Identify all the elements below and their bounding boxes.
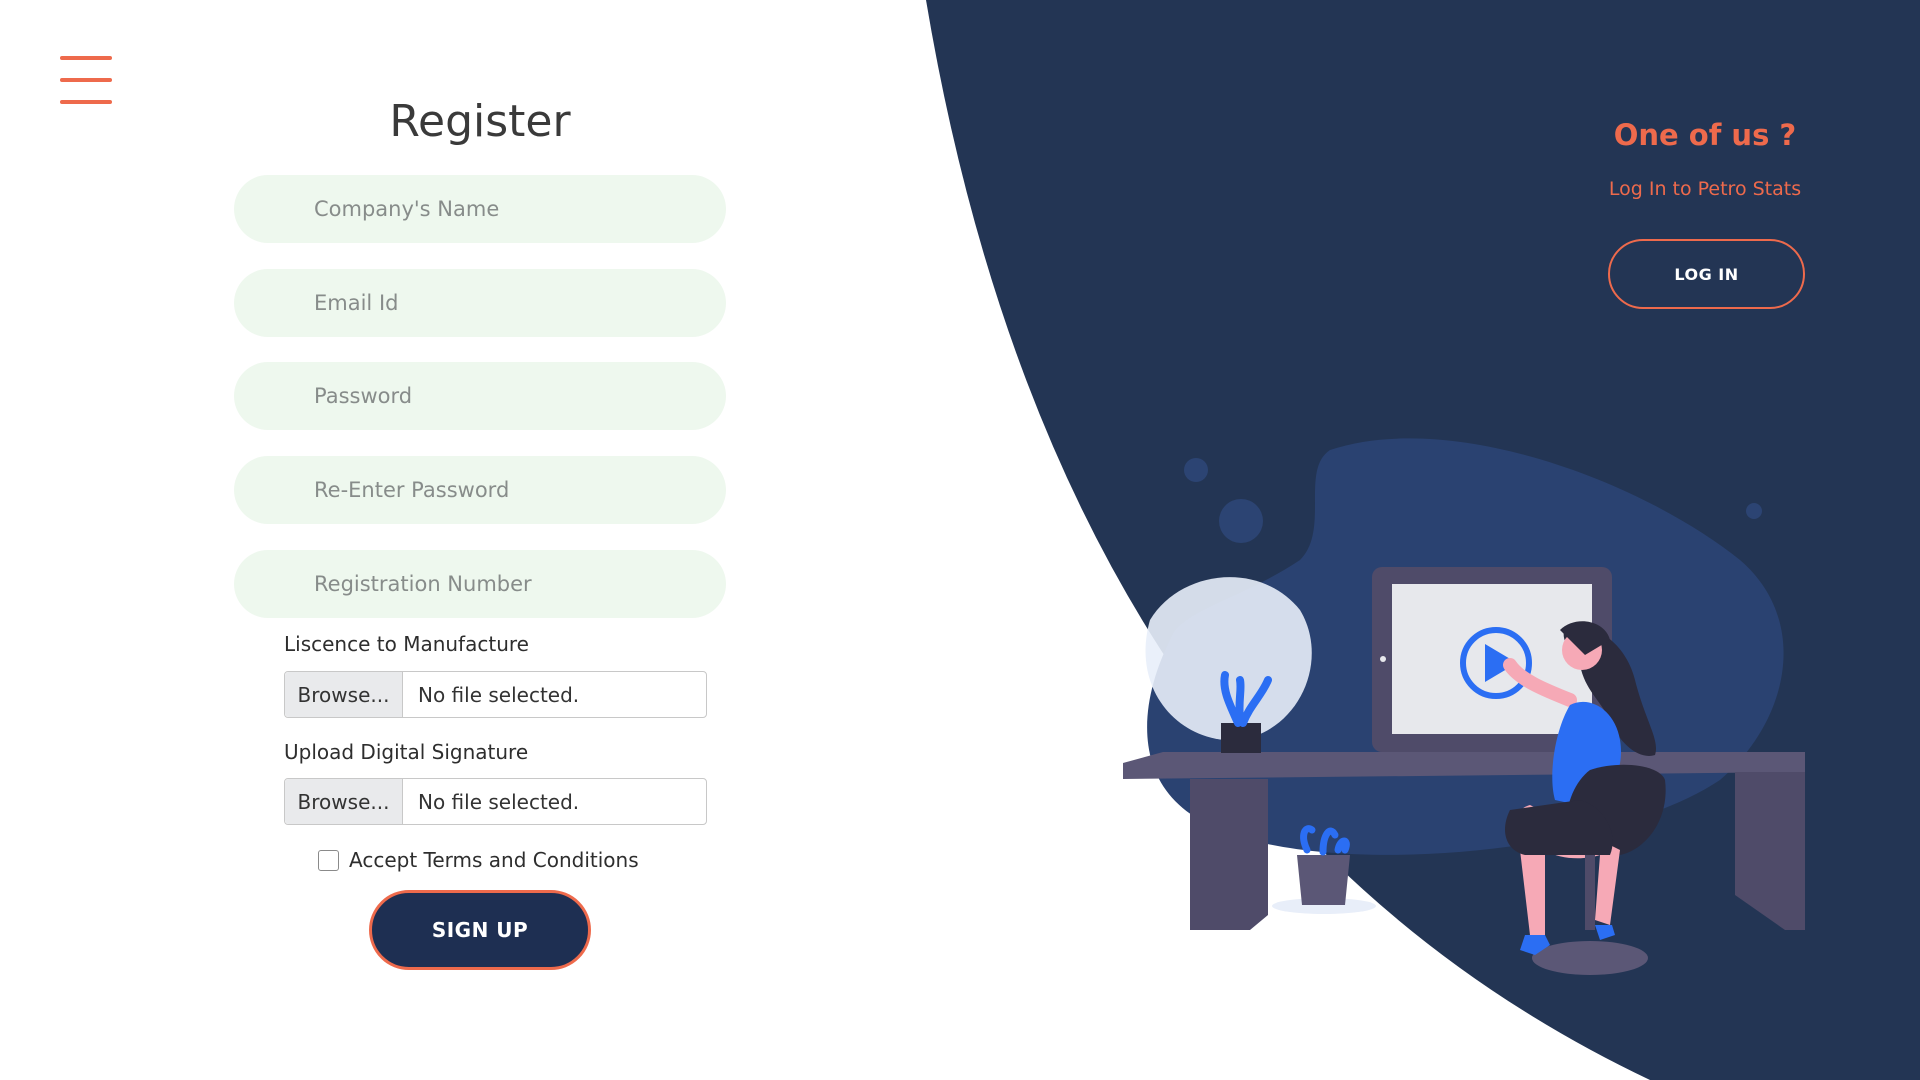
confirm-password-input[interactable] [234,456,726,524]
plant-pot [1221,723,1261,753]
desk-leg-left [1190,779,1268,930]
signature-file-input[interactable]: Browse... No file selected. [284,778,707,825]
terms-label: Accept Terms and Conditions [349,848,639,872]
licence-file-input[interactable]: Browse... No file selected. [284,671,707,718]
login-heading: One of us ? [1613,118,1797,152]
chair-base [1532,941,1648,975]
woman-at-desk-illustration [1123,438,1805,975]
bubble-2 [1219,499,1263,543]
bubble-1 [1184,458,1208,482]
hamburger-icon [60,56,112,60]
licence-file-status: No file selected. [418,682,580,707]
licence-upload-label: Liscence to Manufacture [284,632,529,656]
licence-browse-button[interactable]: Browse... [285,672,403,717]
bubble-3 [1746,503,1762,519]
log-in-button[interactable]: LOG IN [1608,239,1805,309]
registration-number-input[interactable] [234,550,726,618]
hamburger-icon-bar [60,78,112,82]
login-subtitle: Log In to Petro Stats [1608,178,1802,200]
signature-file-status: No file selected. [418,789,580,814]
terms-checkbox[interactable] [318,849,339,871]
sign-up-button[interactable]: SIGN UP [369,890,591,970]
email-input[interactable] [234,269,726,337]
desk-leg-right [1735,772,1805,930]
password-input[interactable] [234,362,726,430]
terms-row[interactable]: Accept Terms and Conditions [318,848,639,872]
signature-browse-button[interactable]: Browse... [285,779,403,824]
signature-upload-label: Upload Digital Signature [284,740,529,764]
hamburger-menu-button[interactable] [58,56,114,108]
page-title: Register [389,96,571,147]
company-name-input[interactable] [234,175,726,243]
hamburger-icon-bar [60,100,112,104]
